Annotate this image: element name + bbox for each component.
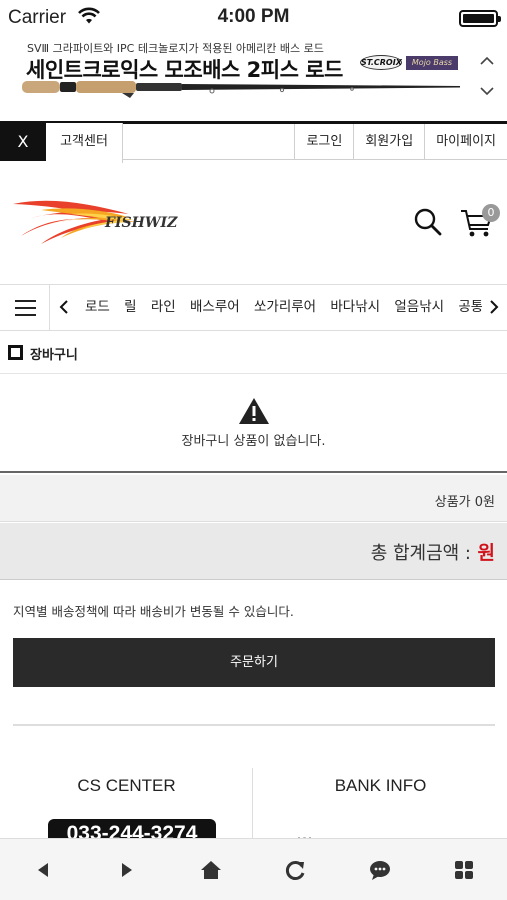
site-header: FISHWIZ 0 <box>0 160 507 283</box>
battery-icon <box>459 10 501 27</box>
cart-title-text: 장바구니 <box>30 348 78 363</box>
cs-center-section: CS CENTER 033-244-3274 <box>0 768 253 849</box>
empty-cart-message: 장바구니 상품이 없습니다. <box>181 434 326 449</box>
mypage-link[interactable]: 마이페이지 <box>424 124 507 160</box>
fishwiz-logo[interactable]: FISHWIZ <box>11 196 181 246</box>
total-label: 총 합계금액 : <box>370 543 471 564</box>
order-button[interactable]: 주문하기 <box>13 638 495 687</box>
divider <box>13 724 495 726</box>
brand-logo-mojo: Mojo Bass <box>406 56 458 70</box>
warning-icon <box>239 398 269 424</box>
search-icon[interactable] <box>413 207 443 237</box>
category-rod[interactable]: 로드 <box>85 285 110 330</box>
status-bar: Carrier 4:00 PM <box>0 0 507 36</box>
forward-arrow-icon[interactable] <box>114 857 140 883</box>
brand-logo-stcroix: ST.CROIX <box>360 55 402 70</box>
shipping-note: 지역별 배송정책에 따라 배송비가 변동될 수 있습니다. <box>13 604 294 619</box>
fishing-rod-image <box>22 81 460 98</box>
grid-menu-icon[interactable] <box>451 857 477 883</box>
browser-toolbar <box>0 838 507 900</box>
total-row: 총 합계금액 : 원 <box>0 523 507 580</box>
promo-banner[interactable]: SVⅢ 그라파이트와 IPC 테크놀로지가 적용된 아메리칸 배스 로드 세인트… <box>0 36 507 120</box>
menu-icon[interactable] <box>0 285 50 330</box>
customer-center-tab[interactable]: 고객센터 <box>46 123 123 163</box>
top-utility-bar: X 고객센터 로그인 회원가입 마이페이지 <box>0 121 507 163</box>
category-list: 로드 릴 라인 배스루어 쏘가리루어 바다낚시 얼음낚시 공통소품 <box>80 285 482 330</box>
chevron-right-icon[interactable] <box>487 298 501 316</box>
back-arrow-icon[interactable] <box>30 857 56 883</box>
category-reel[interactable]: 릴 <box>124 285 136 330</box>
category-ice-fishing[interactable]: 얼음낚시 <box>394 285 444 330</box>
cart-section-title: 장바구니 <box>0 332 507 374</box>
cart-count-badge: 0 <box>482 204 500 222</box>
refresh-icon[interactable] <box>282 857 308 883</box>
cs-center-title: CS CENTER <box>77 776 176 795</box>
bank-info-section: BANK INFO 기업 475-038634-03-018 <box>254 768 507 850</box>
banner-up-arrow-icon[interactable] <box>477 48 497 76</box>
square-icon <box>8 345 23 360</box>
category-sea-fishing[interactable]: 바다낚시 <box>330 285 380 330</box>
category-nav: 로드 릴 라인 배스루어 쏘가리루어 바다낚시 얼음낚시 공통소품 <box>0 284 507 331</box>
close-button[interactable]: X <box>0 123 46 161</box>
subtotal-row: 상품가 0원 <box>0 475 507 522</box>
category-mandarin-fish-lure[interactable]: 쏘가리루어 <box>254 285 316 330</box>
category-bass-lure[interactable]: 배스루어 <box>190 285 240 330</box>
login-link[interactable]: 로그인 <box>294 124 353 160</box>
chat-bubble-icon[interactable] <box>367 857 393 883</box>
logo-text: FISHWIZ <box>104 215 178 231</box>
signup-link[interactable]: 회원가입 <box>353 124 424 160</box>
banner-down-arrow-icon[interactable] <box>477 76 497 104</box>
home-icon[interactable] <box>198 857 224 883</box>
bank-info-title: BANK INFO <box>334 776 427 795</box>
subtotal-text: 상품가 0원 <box>434 495 495 510</box>
cart-empty-state: 장바구니 상품이 없습니다. <box>0 375 507 473</box>
category-line[interactable]: 라인 <box>151 285 176 330</box>
clock: 4:00 PM <box>217 6 290 27</box>
total-value: 원 <box>477 542 495 564</box>
chevron-left-icon[interactable] <box>57 298 71 316</box>
category-common-accessories[interactable]: 공통소품 <box>458 285 482 330</box>
